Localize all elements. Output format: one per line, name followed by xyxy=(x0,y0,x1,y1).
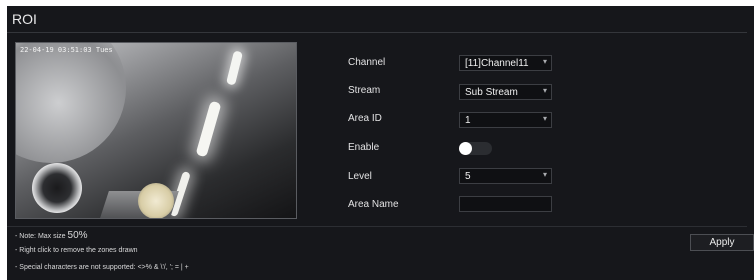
note-special-chars: - Special characters are not supported: … xyxy=(15,264,189,271)
stream-select[interactable]: Sub Stream ▾ xyxy=(459,84,552,100)
level-label: Level xyxy=(348,171,372,182)
video-scene-light xyxy=(226,50,243,86)
note-max-size-value: 50% xyxy=(67,230,88,241)
level-value: 5 xyxy=(465,171,471,182)
chevron-down-icon: ▾ xyxy=(542,170,547,179)
note-right-click: - Right click to remove the zones drawn xyxy=(15,247,138,254)
area-name-input[interactable] xyxy=(459,196,552,212)
video-preview[interactable]: 22-04-19 03:51:03 Tues xyxy=(15,42,297,219)
title-divider xyxy=(7,32,747,33)
note-max-size-text: - Note: Max size xyxy=(15,233,66,240)
channel-label: Channel xyxy=(348,57,386,68)
level-select[interactable]: 5 ▾ xyxy=(459,168,552,184)
area-name-label: Area Name xyxy=(348,199,399,210)
channel-value: [11]Channel11 xyxy=(465,58,529,69)
enable-label: Enable xyxy=(348,142,380,153)
video-osd-timestamp: 22-04-19 03:51:03 Tues xyxy=(20,46,113,54)
channel-select[interactable]: [11]Channel11 ▾ xyxy=(459,55,552,71)
video-scene-light xyxy=(195,100,222,158)
page-title: ROI xyxy=(12,11,37,27)
video-scene-wall xyxy=(16,43,126,163)
enable-toggle[interactable] xyxy=(459,142,492,155)
chevron-down-icon: ▾ xyxy=(542,86,547,95)
notes-divider xyxy=(7,226,747,227)
toggle-knob xyxy=(459,142,472,155)
note-max-size: - Note: Max size 50% xyxy=(15,230,88,241)
area-id-select[interactable]: 1 ▾ xyxy=(459,112,552,128)
area-id-value: 1 xyxy=(465,115,471,126)
stream-value: Sub Stream xyxy=(465,87,518,98)
chevron-down-icon: ▾ xyxy=(542,114,547,123)
chevron-down-icon: ▾ xyxy=(542,57,547,66)
area-id-label: Area ID xyxy=(348,113,382,124)
apply-button[interactable]: Apply xyxy=(690,234,754,251)
video-scene-camera xyxy=(32,163,82,213)
stream-label: Stream xyxy=(348,85,381,96)
video-scene-object xyxy=(138,183,174,218)
